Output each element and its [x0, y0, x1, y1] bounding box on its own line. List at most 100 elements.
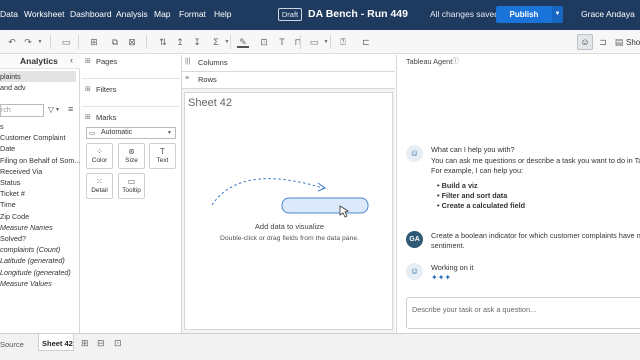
data-field-item[interactable]: Received Via: [0, 167, 42, 176]
data-field-item[interactable]: Zip Code: [0, 212, 29, 221]
tooltip-button[interactable]: ▭ Tooltip: [118, 173, 145, 199]
sheet-tab-bar: Source Sheet 42 ⊞ ⊟ ⊡: [0, 333, 640, 360]
color-button[interactable]: ⁘ Color: [86, 143, 113, 169]
agent-info-icon[interactable]: ⓘ: [452, 56, 459, 66]
data-field-item[interactable]: Ticket #: [0, 189, 25, 198]
undo-icon[interactable]: ↶: [6, 36, 18, 48]
data-field-item[interactable]: Solved?: [0, 234, 26, 243]
data-field-item[interactable]: Latitude (generated): [0, 256, 65, 265]
menu-map[interactable]: Map: [154, 9, 171, 19]
rows-shelf[interactable]: ≡ Rows: [182, 72, 395, 89]
sort-descending-icon[interactable]: ↧: [191, 36, 203, 48]
rows-label: Rows: [198, 75, 217, 84]
data-field-item[interactable]: Measure Values: [0, 279, 52, 288]
totals-dropdown-chevron-icon[interactable]: ▼: [221, 36, 233, 48]
new-story-icon[interactable]: ⊡: [114, 338, 122, 349]
save-icon[interactable]: ▭: [60, 36, 72, 48]
suggestion-text: Build a viz: [441, 181, 478, 190]
present-mode-icon[interactable]: ⊏: [360, 36, 372, 48]
new-sheet-icon[interactable]: ⊞: [88, 36, 100, 48]
menu-data[interactable]: Data: [0, 9, 18, 19]
menu-dashboard[interactable]: Dashboard: [70, 9, 112, 19]
data-source-item[interactable]: plaints: [0, 72, 21, 81]
agent-suggestion-item: • Filter and sort data: [437, 191, 508, 200]
redo-dropdown-chevron-icon[interactable]: ▼: [34, 36, 46, 48]
highlight-pen-icon[interactable]: ✎: [237, 36, 249, 48]
show-labels-icon[interactable]: T: [276, 36, 288, 48]
data-source-tab[interactable]: Source: [0, 340, 24, 349]
toolbar-divider: [300, 35, 301, 49]
sheet-view[interactable]: Sheet 42 Add data to visualize Double-cl…: [184, 92, 393, 330]
data-field-item[interactable]: Filing on Behalf of Som...: [0, 156, 80, 165]
menu-worksheet[interactable]: Worksheet: [24, 9, 64, 19]
filter-dropdown-chevron-icon[interactable]: ▼: [55, 107, 60, 113]
data-field-item[interactable]: Status: [0, 178, 20, 187]
mark-type-select[interactable]: ▭ Automatic ▼: [86, 127, 176, 139]
filters-card[interactable]: ⊞ Filters: [82, 83, 180, 107]
color-button-label: Color: [91, 157, 108, 164]
pages-card[interactable]: ⊞ Pages: [82, 55, 180, 79]
data-field-item[interactable]: Longitude (generated): [0, 268, 71, 277]
clear-sheet-icon[interactable]: ⊠: [126, 36, 138, 48]
menu-help[interactable]: Help: [214, 9, 231, 19]
data-field-item[interactable]: Time: [0, 200, 16, 209]
mark-type-value: Automatic: [101, 129, 133, 136]
data-field-item[interactable]: Measure Names: [0, 223, 53, 232]
draft-badge: Draft: [278, 8, 302, 21]
workbook-title[interactable]: DA Bench - Run 449: [308, 8, 408, 20]
agent-prompt-input[interactable]: Describe your task or ask a question...: [406, 297, 640, 329]
user-avatar: GA: [406, 231, 423, 248]
sheet-tab-active[interactable]: Sheet 42: [38, 334, 74, 351]
agent-avatar-icon: ☺: [406, 263, 423, 280]
tableau-agent-toggle-icon[interactable]: ☺: [577, 34, 593, 50]
data-source-item[interactable]: and adv: [0, 83, 26, 92]
publish-options-chevron-icon[interactable]: ▼: [552, 6, 563, 23]
group-members-icon[interactable]: ⊡: [258, 36, 270, 48]
color-icon: ⁘: [96, 147, 103, 156]
columns-label: Columns: [198, 58, 228, 67]
size-button[interactable]: ⊛ Size: [118, 143, 145, 169]
filter-icon[interactable]: ▽: [48, 105, 54, 114]
columns-icon: |||: [185, 58, 191, 65]
suggestion-text: Filter and sort data: [441, 191, 508, 200]
data-field-item[interactable]: complaints (Count): [0, 245, 60, 254]
duplicate-sheet-icon[interactable]: ⧉: [109, 36, 121, 48]
analytics-tab[interactable]: Analytics: [20, 56, 58, 66]
detail-icon: ⁙: [96, 177, 103, 186]
filters-label: Filters: [96, 85, 117, 94]
tooltip-toggle-icon[interactable]: ⍰: [337, 36, 349, 48]
toolbar-divider: [50, 35, 51, 49]
view-options-icon[interactable]: ≡: [68, 104, 73, 114]
redo-icon[interactable]: ↷: [22, 36, 34, 48]
show-me-label[interactable]: Sho: [626, 38, 640, 47]
new-dashboard-icon[interactable]: ⊟: [97, 338, 105, 349]
show-me-icon[interactable]: ⊐: [597, 36, 609, 48]
sort-ascending-icon[interactable]: ↥: [174, 36, 186, 48]
drop-target-pill: [281, 197, 369, 214]
user-name[interactable]: Grace Andaya: [581, 9, 635, 19]
new-worksheet-icon[interactable]: ⊞: [81, 338, 89, 349]
fix-axes-icon[interactable]: ⊓: [292, 36, 304, 48]
sheet-title[interactable]: Sheet 42: [188, 97, 232, 109]
swap-axes-icon[interactable]: ⇅: [157, 36, 169, 48]
user-initials: GA: [409, 236, 420, 243]
field-search-input[interactable]: rch: [0, 104, 44, 117]
menu-format[interactable]: Format: [179, 9, 206, 19]
columns-shelf[interactable]: ||| Columns: [182, 55, 395, 72]
text-button[interactable]: T Text: [149, 143, 176, 169]
text-icon: T: [160, 147, 165, 156]
data-field-item[interactable]: s: [0, 122, 4, 131]
detail-button[interactable]: ⁙ Detail: [86, 173, 113, 199]
tooltip-icon: ▭: [127, 177, 136, 186]
collapse-pane-icon[interactable]: ‹: [70, 55, 73, 65]
fit-view-icon[interactable]: ▭: [308, 36, 320, 48]
empty-state-title: Add data to visualize: [254, 222, 325, 231]
menu-analysis[interactable]: Analysis: [116, 9, 148, 19]
shelves-pane: ⊞ Pages ⊞ Filters ⊞ Marks ▭ Automatic ▼ …: [80, 55, 182, 333]
data-field-item[interactable]: Customer Complaint: [0, 133, 66, 142]
publish-button[interactable]: Publish: [496, 6, 552, 23]
data-field-item[interactable]: Date: [0, 144, 15, 153]
show-me-panel-icon[interactable]: ▤: [613, 36, 625, 48]
drag-hint-illustration: [211, 178, 369, 218]
toolbar-divider: [330, 35, 331, 49]
